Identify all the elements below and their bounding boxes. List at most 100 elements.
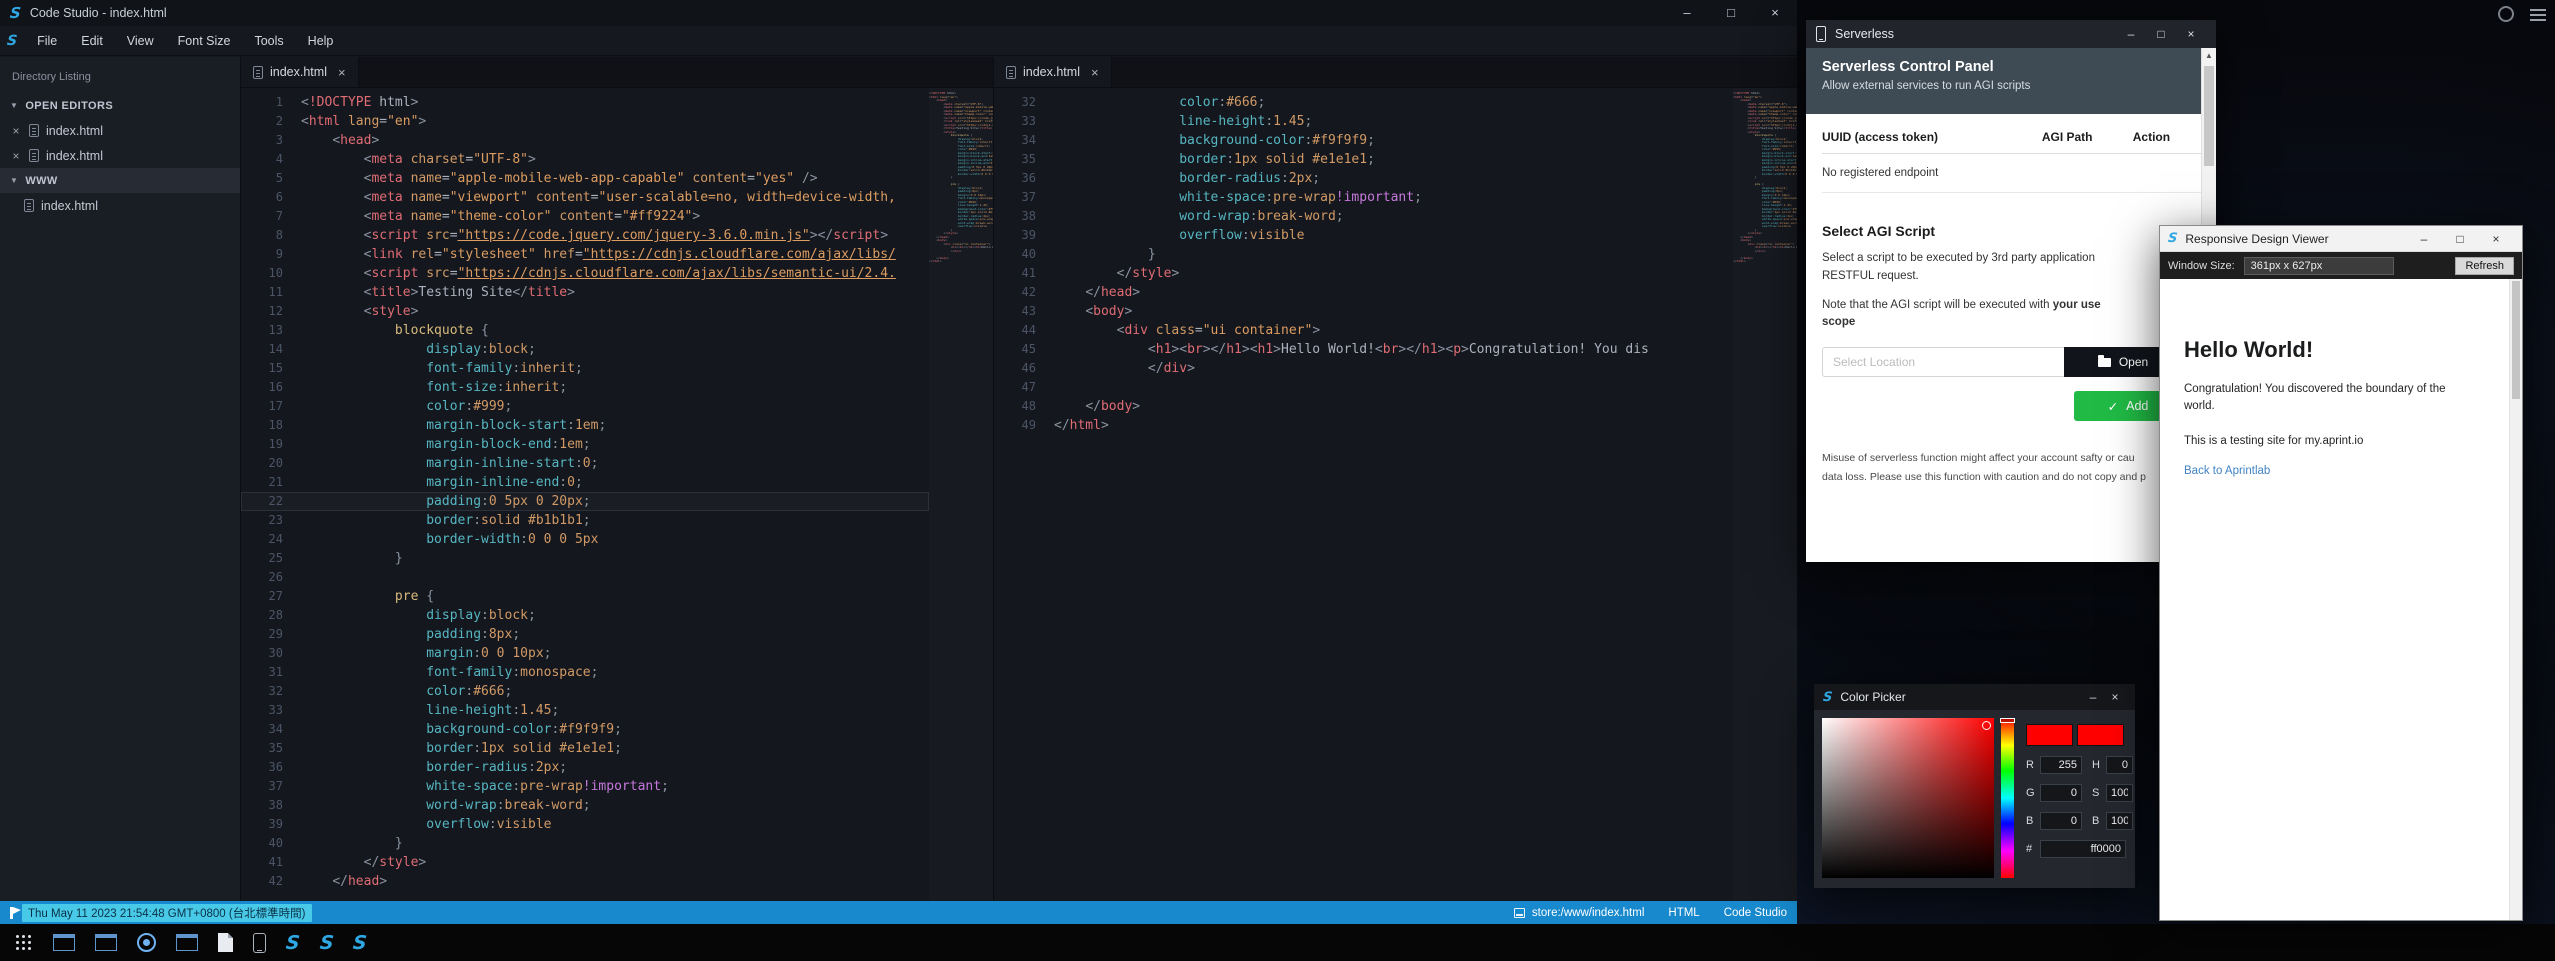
maximize-button[interactable]: □ [2442,232,2478,246]
code-line[interactable]: 36 border-radius:2px; [241,758,929,777]
scrollbar[interactable] [2509,279,2522,920]
code-line[interactable]: 6 <meta name="viewport" content="user-sc… [241,188,929,207]
minimap[interactable]: <!DOCTYPE html><html lang="en"> <head> <… [929,88,993,901]
close-icon[interactable]: × [338,65,346,80]
brightness-input[interactable] [2106,812,2133,830]
code-line[interactable]: 28 display:block; [241,606,929,625]
maximize-button[interactable]: □ [2146,27,2176,41]
code-line[interactable]: 7 <meta name="theme-color" content="#ff9… [241,207,929,226]
code-line[interactable]: 18 margin-block-start:1em; [241,416,929,435]
taskbar-window-icon[interactable] [176,934,198,951]
window-size-input[interactable] [2244,257,2394,275]
code-line[interactable]: 38 word-wrap:break-word; [241,796,929,815]
code-line[interactable]: 38 word-wrap:break-word; [994,207,1733,226]
taskbar-window-icon[interactable] [53,934,75,951]
scrollbar-thumb[interactable] [2204,66,2214,166]
close-button[interactable]: × [2478,232,2514,246]
code-line[interactable]: 31 font-family:monospace; [241,663,929,682]
code-line[interactable]: 17 color:#999; [241,397,929,416]
menu-tools[interactable]: Tools [242,26,295,56]
taskbar-file-icon[interactable] [218,933,233,952]
status-file-path[interactable]: store:/www/index.html [1514,907,1644,919]
code-lines[interactable]: 32 color:#666;33 line-height:1.45;34 bac… [994,93,1733,901]
code-line[interactable]: 15 font-family:inherit; [241,359,929,378]
serverless-titlebar[interactable]: Serverless – □ × [1806,20,2216,48]
refresh-button[interactable]: Refresh [2455,257,2514,275]
code-line[interactable]: 25 } [241,549,929,568]
code-line[interactable]: 8 <script src="https://code.jquery.com/j… [241,226,929,245]
loading-circle-icon[interactable] [2498,6,2514,22]
close-icon[interactable]: × [1091,65,1099,80]
code-line[interactable]: 5 <meta name="apple-mobile-web-app-capab… [241,169,929,188]
code-line[interactable]: 32 color:#666; [994,93,1733,112]
hue-slider-handle[interactable] [2000,718,2015,723]
script-location-input[interactable] [1822,347,2064,377]
code-line[interactable]: 10 <script src="https://cdnjs.cloudflare… [241,264,929,283]
code-line[interactable]: 37 white-space:pre-wrap!important; [241,777,929,796]
code-line[interactable]: 42 </head> [241,872,929,891]
code-line[interactable]: 47 [994,378,1733,397]
blue-input[interactable] [2040,812,2082,830]
previous-color-swatch[interactable] [2077,724,2124,746]
close-button[interactable]: × [2104,690,2126,704]
code-line[interactable]: 2<html lang="en"> [241,112,929,131]
menu-icon[interactable] [2530,9,2546,24]
file-tree-item[interactable]: index.html [0,193,240,218]
code-line[interactable]: 41 </style> [994,264,1733,283]
minimize-button[interactable]: – [2116,27,2146,41]
back-link[interactable]: Back to Aprintlab [2184,465,2270,477]
code-line[interactable]: 9 <link rel="stylesheet" href="https://c… [241,245,929,264]
menu-font-size[interactable]: Font Size [166,26,243,56]
code-line[interactable]: 34 background-color:#f9f9f9; [241,720,929,739]
code-line[interactable]: 13 blockquote { [241,321,929,340]
color-picker-titlebar[interactable]: Color Picker – × [1814,684,2135,710]
close-icon[interactable]: × [10,124,22,138]
code-line[interactable]: 42 </head> [994,283,1733,302]
code-line[interactable]: 1<!DOCTYPE html> [241,93,929,112]
code-lines[interactable]: 1<!DOCTYPE html>2<html lang="en">3 <head… [241,93,929,901]
menu-view[interactable]: View [115,26,166,56]
minimize-button[interactable]: – [2406,232,2442,246]
close-button[interactable]: × [2176,27,2206,41]
color-cursor[interactable] [1982,721,1991,730]
code-line[interactable]: 36 border-radius:2px; [994,169,1733,188]
saturation-input[interactable] [2106,784,2133,802]
section-open-editors[interactable]: ▼ OPEN EDITORS [0,93,240,118]
code-line[interactable]: 20 margin-inline-start:0; [241,454,929,473]
code-line[interactable]: 41 </style> [241,853,929,872]
tab-index-html[interactable]: index.html × [241,57,359,87]
current-color-swatch[interactable] [2026,724,2073,746]
green-input[interactable] [2040,784,2082,802]
code-line[interactable]: 40 } [994,245,1733,264]
taskbar-code-studio-icon[interactable] [352,932,368,954]
saturation-value-field[interactable] [1822,718,1994,878]
code-line[interactable]: 43 <body> [994,302,1733,321]
code-line[interactable]: 23 border:solid #b1b1b1; [241,511,929,530]
code-editor[interactable]: 1<!DOCTYPE html>2<html lang="en">3 <head… [241,88,993,901]
code-line[interactable]: 29 padding:8px; [241,625,929,644]
code-line[interactable]: 33 line-height:1.45; [994,112,1733,131]
minimize-button[interactable]: – [1665,0,1709,26]
code-line[interactable]: 39 overflow:visible [241,815,929,834]
code-editor[interactable]: 32 color:#666;33 line-height:1.45;34 bac… [994,88,1797,901]
scrollbar-thumb[interactable] [2512,281,2520,399]
menu-edit[interactable]: Edit [69,26,115,56]
code-line[interactable]: 16 font-size:inherit; [241,378,929,397]
code-line[interactable]: 21 margin-inline-end:0; [241,473,929,492]
code-line[interactable]: 35 border:1px solid #e1e1e1; [994,150,1733,169]
app-titlebar[interactable]: Code Studio - index.html – □ × [0,0,1797,26]
minimize-button[interactable]: – [2082,690,2104,704]
menu-help[interactable]: Help [296,26,346,56]
menu-file[interactable]: File [25,26,69,56]
hex-input[interactable] [2040,840,2126,858]
close-icon[interactable]: × [10,149,22,163]
status-datetime[interactable]: Thu May 11 2023 21:54:48 GMT+0800 (台北標準時… [22,904,312,922]
hue-slider[interactable] [2001,718,2014,878]
code-line[interactable]: 40 } [241,834,929,853]
code-line[interactable]: 4 <meta charset="UTF-8"> [241,150,929,169]
code-line[interactable]: 22 padding:0 5px 0 20px; [241,492,929,511]
open-editor-item[interactable]: × index.html [0,118,240,143]
taskbar-browser-icon[interactable] [137,933,156,952]
code-line[interactable]: 46 </div> [994,359,1733,378]
taskbar-window-icon[interactable] [95,934,117,951]
